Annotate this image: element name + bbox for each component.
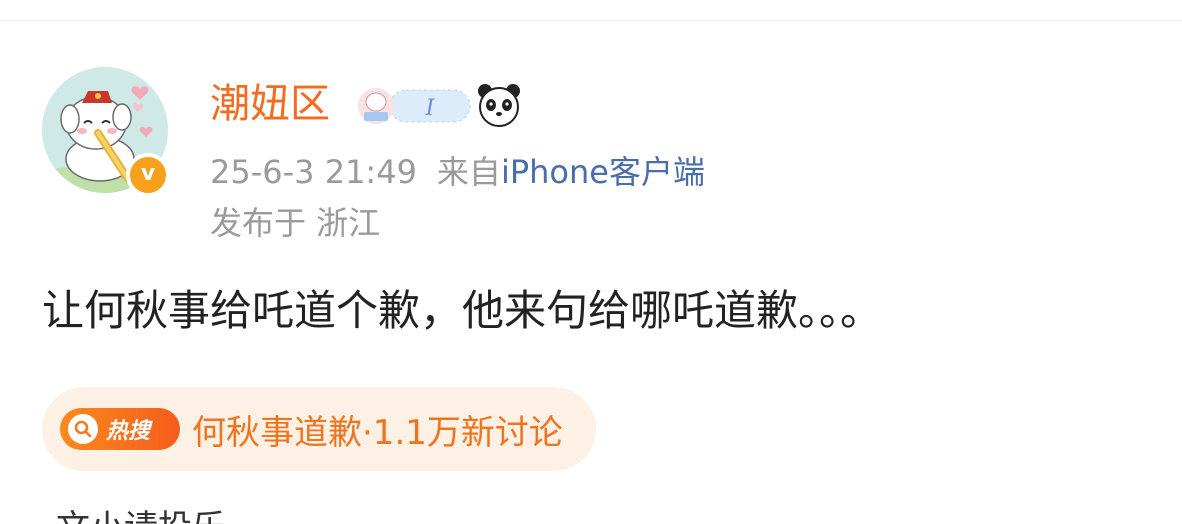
next-item-text: 文小请投乐	[56, 506, 226, 524]
author-name[interactable]: 潮妞区	[210, 76, 330, 132]
post-time: 25-6-3 21:49	[210, 153, 417, 191]
member-badge-text: I	[425, 96, 436, 121]
hot-topic-text: 何秋事道歉·1.1万新讨论	[192, 412, 563, 453]
post-body-text: 让何秋事给吒道个歉，他来句给哪吒道歉。。。	[42, 286, 883, 335]
post-meta: 25-6-3 21:49 来自iPhone客户端	[210, 150, 705, 194]
panda-icon	[478, 84, 520, 127]
hot-tag-label: 热搜	[106, 419, 151, 444]
client-link[interactable]: iPhone客户端	[501, 153, 705, 191]
from-label: 来自	[436, 153, 501, 191]
hot-search-tag: 热搜	[60, 408, 180, 450]
weibo-post: v 潮妞区 I 25-6-3 21:49 来自iPhone客户端 发布于 浙江 让…	[0, 0, 1182, 524]
member-badge-icon[interactable]: I	[356, 84, 472, 128]
verified-v-icon: v	[126, 153, 170, 197]
search-icon	[68, 414, 98, 444]
post-location: 发布于 浙江	[210, 204, 381, 242]
top-divider	[0, 20, 1182, 21]
hot-topic-link[interactable]: 热搜 何秋事道歉·1.1万新讨论	[42, 387, 596, 471]
